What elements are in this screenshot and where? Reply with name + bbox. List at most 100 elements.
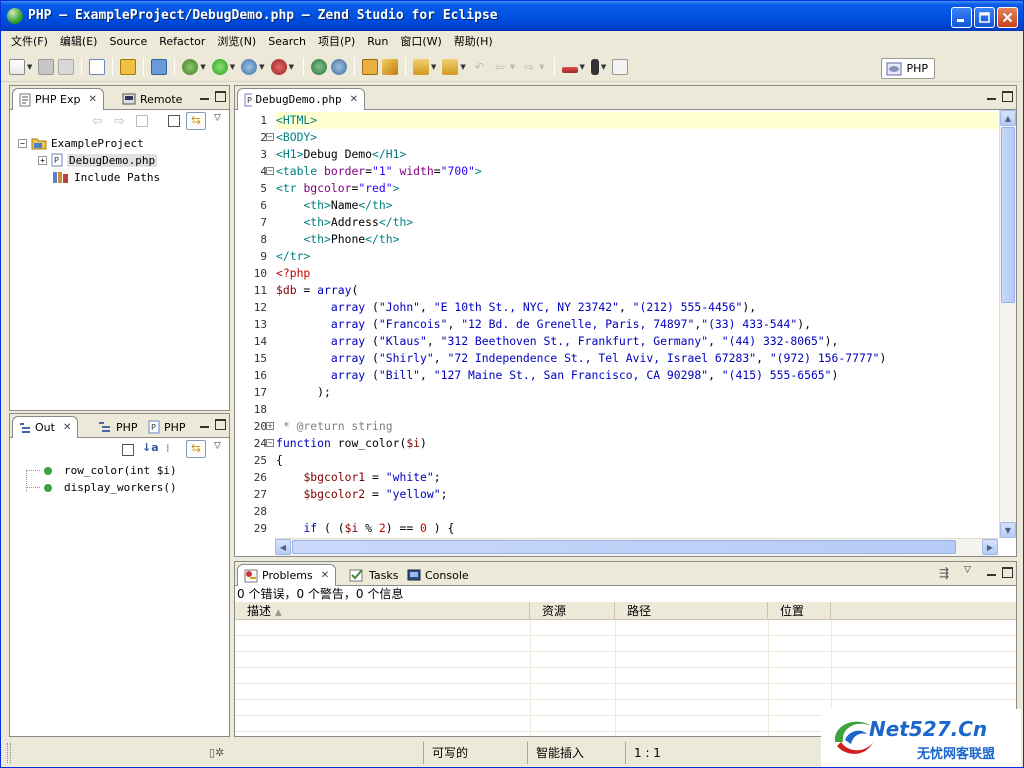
- tree-item-file[interactable]: + P DebugDemo.php: [38, 153, 158, 167]
- minimize-view-icon[interactable]: [199, 91, 210, 102]
- expand-fold-icon[interactable]: +: [266, 422, 274, 430]
- scroll-right-icon[interactable]: ▶: [982, 539, 998, 555]
- breakpoint-icon[interactable]: [561, 66, 578, 73]
- code-line[interactable]: $bgcolor1 = "white";: [275, 469, 998, 486]
- code-line[interactable]: <table border="1" width="700">: [275, 163, 998, 180]
- maximize-view-icon[interactable]: [215, 419, 226, 430]
- code-line[interactable]: <tr bgcolor="red">: [275, 180, 998, 197]
- menu-source[interactable]: Source: [103, 35, 153, 48]
- menu-help[interactable]: 帮助(H): [448, 33, 499, 49]
- forward-icon[interactable]: ⇨: [114, 114, 125, 129]
- code-line[interactable]: function row_color($i): [275, 435, 998, 452]
- previous-annotation-icon[interactable]: [442, 58, 459, 75]
- open-type-icon[interactable]: [120, 58, 137, 75]
- back-icon[interactable]: ⇦: [492, 59, 508, 75]
- view-menu-icon[interactable]: ▽: [214, 441, 221, 451]
- back-icon[interactable]: ⇦: [92, 114, 103, 129]
- menu-project[interactable]: 项目(P): [312, 33, 361, 49]
- code-line[interactable]: array ("Francois", "12 Bd. de Grenelle, …: [275, 316, 998, 333]
- tree-item-include-paths[interactable]: Include Paths: [52, 170, 160, 184]
- new-dropdown-icon[interactable]: ▼: [27, 63, 32, 71]
- column-resource[interactable]: 资源: [530, 602, 615, 620]
- menu-navigate[interactable]: 浏览(N): [211, 33, 262, 49]
- code-line[interactable]: array ("Klaus", "312 Beethoven St., Fran…: [275, 333, 998, 350]
- php-perspective-button[interactable]: PHP: [881, 58, 935, 79]
- menu-edit[interactable]: 编辑(E): [54, 33, 104, 49]
- new-php-file-icon[interactable]: [89, 58, 106, 75]
- new-icon[interactable]: [9, 58, 25, 75]
- tab-remote[interactable]: Remote: [116, 88, 188, 110]
- code-line[interactable]: array ("John", "E 10th St., NYC, NY 2374…: [275, 299, 998, 316]
- run-icon[interactable]: [211, 58, 228, 75]
- tab-php-functions[interactable]: PHP: [92, 416, 144, 438]
- horizontal-scroll-thumb[interactable]: [292, 540, 956, 554]
- sort-icon[interactable]: ↓a: [142, 441, 159, 454]
- tab-console[interactable]: Console: [401, 564, 475, 586]
- menu-search[interactable]: Search: [262, 35, 312, 48]
- view-menu-icon[interactable]: ▽: [964, 565, 971, 575]
- close-button[interactable]: [997, 7, 1018, 28]
- column-description[interactable]: 描述 ▲: [235, 602, 530, 620]
- filter-problems-icon[interactable]: ⇶: [939, 566, 949, 580]
- code-line[interactable]: $bgcolor2 = "yellow";: [275, 486, 998, 503]
- close-tab-icon[interactable]: ✕: [350, 94, 358, 105]
- link-with-editor-icon[interactable]: ⇆: [186, 440, 206, 458]
- last-edit-icon[interactable]: ↶: [472, 59, 488, 75]
- brush-icon[interactable]: [381, 58, 398, 75]
- tab-php-project-outline[interactable]: P PHP: [142, 416, 192, 438]
- code-line[interactable]: <th>Phone</th>: [275, 231, 998, 248]
- code-line[interactable]: );: [275, 384, 998, 401]
- page-icon[interactable]: [612, 58, 629, 75]
- code-line[interactable]: </tr>: [275, 248, 998, 265]
- title-bar[interactable]: PHP — ExampleProject/DebugDemo.php — Zen…: [1, 1, 1023, 31]
- code-line[interactable]: if ( ($i % 2) == 0 ) {: [275, 520, 998, 537]
- profile-icon[interactable]: [241, 58, 258, 75]
- menu-run[interactable]: Run: [361, 35, 394, 48]
- maximize-button[interactable]: [974, 7, 995, 28]
- collapse-fold-icon[interactable]: −: [266, 439, 274, 447]
- tab-problems[interactable]: Problems ✕: [237, 564, 337, 586]
- menu-file[interactable]: 文件(F): [5, 33, 54, 49]
- minimize-view-icon[interactable]: [986, 91, 997, 102]
- tree-item-project[interactable]: − ExampleProject: [18, 136, 144, 150]
- code-line[interactable]: $db = array(: [275, 282, 998, 299]
- collapse-all-icon[interactable]: [122, 444, 134, 456]
- filter-icon[interactable]: ⁞: [166, 442, 170, 455]
- collapse-all-icon[interactable]: [168, 115, 180, 127]
- external-tools-icon[interactable]: [270, 58, 287, 75]
- column-path[interactable]: 路径: [615, 602, 768, 620]
- minimize-view-icon[interactable]: [199, 419, 210, 430]
- code-line[interactable]: [275, 503, 998, 520]
- maximize-view-icon[interactable]: [215, 91, 226, 102]
- close-tab-icon[interactable]: ✕: [63, 422, 71, 433]
- debug-icon[interactable]: [182, 58, 199, 75]
- scroll-up-icon[interactable]: ▲: [1000, 110, 1016, 126]
- collapse-icon[interactable]: −: [18, 138, 27, 148]
- tab-outline[interactable]: Out ✕: [12, 416, 79, 438]
- close-tab-icon[interactable]: ✕: [321, 570, 329, 581]
- code-line[interactable]: array ("Bill", "127 Maine St., San Franc…: [275, 367, 998, 384]
- search-icon[interactable]: [151, 58, 168, 75]
- menu-window[interactable]: 窗口(W): [394, 33, 447, 49]
- vertical-scroll-thumb[interactable]: [1001, 127, 1015, 303]
- minimize-button[interactable]: [951, 7, 972, 28]
- minimize-view-icon[interactable]: [986, 567, 997, 578]
- maximize-view-icon[interactable]: [1002, 91, 1013, 102]
- code-line[interactable]: {: [275, 452, 998, 469]
- globe-icon[interactable]: [330, 58, 347, 75]
- forward-icon[interactable]: ⇨: [521, 59, 537, 75]
- outline-item-display-workers[interactable]: display_workers(): [26, 481, 177, 494]
- close-tab-icon[interactable]: ✕: [88, 94, 96, 105]
- code-line[interactable]: <H1>Debug Demo</H1>: [275, 146, 998, 163]
- next-annotation-icon[interactable]: [412, 58, 429, 75]
- expand-icon[interactable]: +: [38, 155, 47, 165]
- web-browser-icon[interactable]: [310, 58, 327, 75]
- code-line[interactable]: <BODY>: [275, 129, 998, 146]
- code-line[interactable]: <th>Name</th>: [275, 197, 998, 214]
- print-icon[interactable]: [58, 58, 75, 75]
- outline-item-row-color[interactable]: row_color(int $i): [26, 464, 177, 477]
- scroll-down-icon[interactable]: ▼: [1000, 522, 1016, 538]
- up-icon[interactable]: [136, 115, 148, 127]
- link-with-editor-icon[interactable]: ⇆: [186, 112, 206, 130]
- tab-php-explorer[interactable]: PHP Exp ✕: [12, 88, 104, 110]
